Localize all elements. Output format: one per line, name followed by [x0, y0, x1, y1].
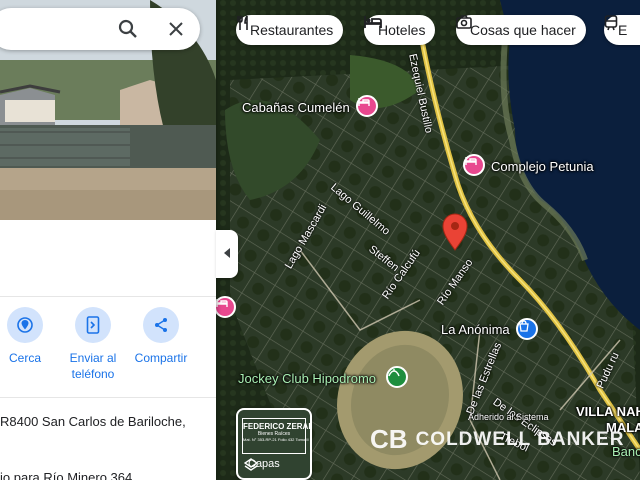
place-label-la-anonima[interactable]: La Anónima: [441, 322, 510, 337]
place-panel: Cerca Enviar al teléfono Compartir R8400…: [0, 0, 216, 480]
send-to-phone-button[interactable]: Enviar al teléfono: [58, 307, 128, 381]
chip-label: Restaurantes: [250, 22, 334, 38]
close-icon[interactable]: [164, 17, 188, 41]
chevron-left-icon: [223, 247, 231, 261]
chip-restaurants[interactable]: Restaurantes: [236, 15, 344, 45]
nearby-label: Cerca: [8, 351, 41, 365]
chip-label: E: [618, 22, 628, 38]
chip-transit[interactable]: E: [604, 15, 640, 45]
collapse-panel-button[interactable]: [216, 230, 238, 278]
layers-button[interactable]: FEDERICO ZERAR Bienes Raíces Mat. N° 353…: [236, 408, 312, 480]
send-to-phone-label-line2: teléfono: [71, 367, 115, 381]
ad-license: Mat. N° 353-RP-21 Folio 432 Tomo II: [243, 437, 309, 442]
coldwell-banker-logo: CB: [370, 424, 408, 454]
chip-label: Cosas que hacer: [470, 22, 576, 38]
place-label-cabanas-cumelen[interactable]: Cabañas Cumelén: [242, 100, 350, 115]
hotel-pin-icon[interactable]: [214, 296, 236, 318]
ad-title: FEDERICO ZERAR: [243, 422, 312, 431]
coldwell-banker-watermark: CB COLDWELL BANKER: [370, 424, 624, 455]
search-icon[interactable]: [116, 17, 140, 41]
hotel-pin-icon[interactable]: [463, 154, 485, 176]
share-icon: [143, 307, 179, 343]
place-label-jockey-club[interactable]: Jockey Club Hipodromo: [238, 371, 376, 386]
area-label-villa: VILLA NAH: [576, 404, 640, 419]
chip-label: Hoteles: [378, 22, 426, 38]
action-buttons-row: Cerca Enviar al teléfono Compartir: [0, 296, 216, 398]
chip-hotels[interactable]: Hoteles: [364, 15, 436, 45]
park-pin-icon[interactable]: [386, 366, 408, 388]
search-box[interactable]: [0, 8, 200, 50]
ad-overlay: FEDERICO ZERAR Bienes Raíces Mat. N° 353…: [242, 418, 312, 454]
place-label-complejo-petunia[interactable]: Complejo Petunia: [491, 159, 594, 174]
shopping-pin-icon[interactable]: [516, 318, 538, 340]
hotel-pin-icon[interactable]: [356, 95, 378, 117]
share-label: Compartir: [134, 351, 188, 365]
chip-things-to-do[interactable]: Cosas que hacer: [456, 15, 586, 45]
plus-code-text[interactable]: io para Río Minero 364: [0, 470, 132, 480]
nearby-icon: [7, 307, 43, 343]
road-label: Adherido al Sistema: [468, 412, 549, 422]
send-to-phone-label-line1: Enviar al: [69, 351, 117, 365]
send-to-phone-icon: [75, 307, 111, 343]
address-text[interactable]: R8400 San Carlos de Bariloche,: [0, 414, 186, 429]
coldwell-banker-text: COLDWELL BANKER: [415, 428, 625, 450]
share-button[interactable]: Compartir: [126, 307, 196, 365]
nearby-button[interactable]: Cerca: [0, 307, 60, 365]
